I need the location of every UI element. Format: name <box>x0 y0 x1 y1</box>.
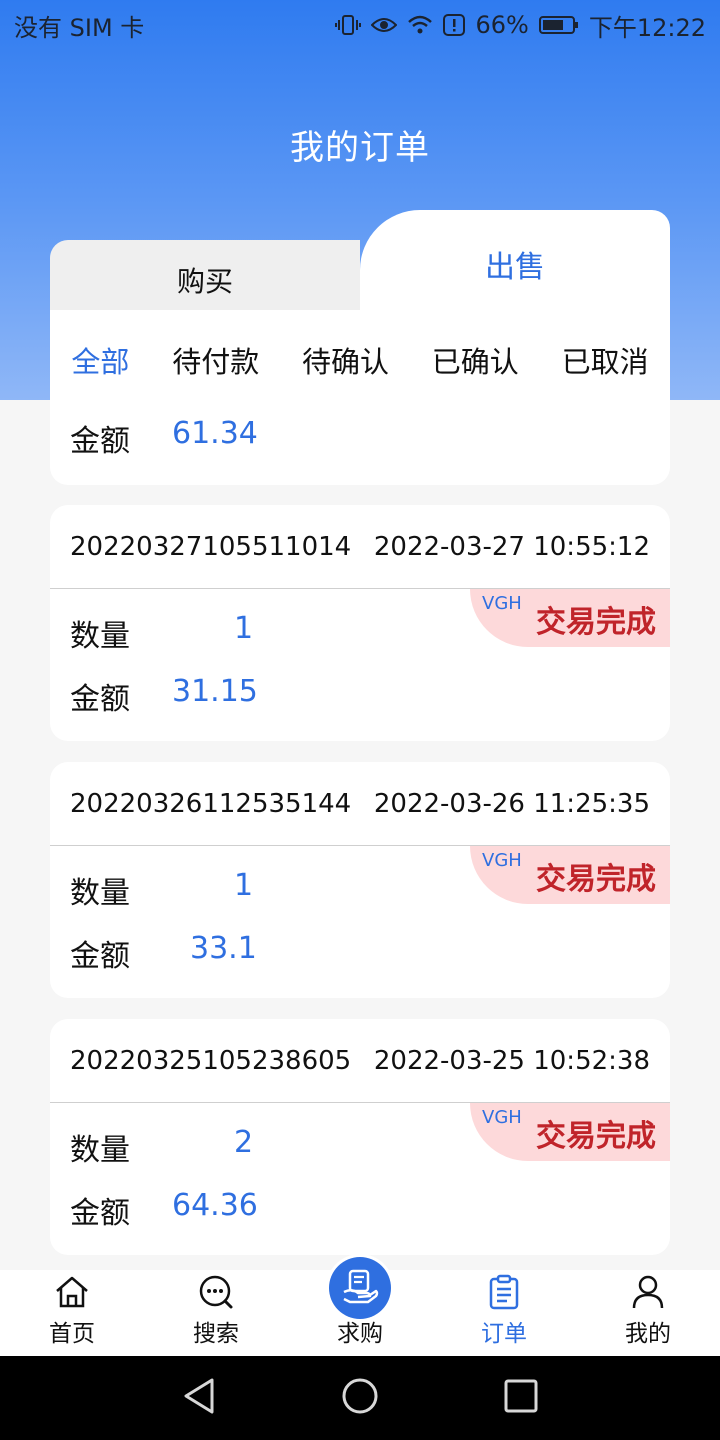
filter-cancelled[interactable]: 已取消 <box>562 339 649 381</box>
order-header: 20220325105238605 2022-03-25 10:52:38 <box>50 1019 670 1103</box>
order-card[interactable]: 20220327105511014 2022-03-27 10:55:12 VG… <box>50 505 670 741</box>
tab-sell[interactable]: 出售 <box>360 210 670 320</box>
quantity-row: 数量 2 <box>70 1125 370 1168</box>
page-title: 我的订单 <box>290 128 430 168</box>
status-filter-bar: 全部 待付款 待确认 已确认 已取消 <box>50 310 670 410</box>
filter-all[interactable]: 全部 <box>71 339 129 381</box>
status-badge: VGH 交易完成 <box>470 589 670 647</box>
amount-row: 金额 64.36 <box>70 1188 370 1231</box>
recents-icon[interactable] <box>504 1379 538 1417</box>
purchase-button[interactable] <box>326 1254 394 1322</box>
quantity-label: 数量 <box>70 619 130 654</box>
coin-label: VGH <box>482 1107 522 1128</box>
home-circle-icon[interactable] <box>341 1377 379 1419</box>
alert-icon <box>443 14 466 36</box>
nav-label: 订单 <box>481 1321 527 1347</box>
amount-label: 金额 <box>70 939 130 974</box>
order-status: 交易完成 <box>536 862 656 897</box>
amount-value: 64.36 <box>172 1188 258 1223</box>
system-nav-bar <box>0 1356 720 1440</box>
amount-value: 33.1 <box>190 931 257 966</box>
quantity-row: 数量 1 <box>70 611 370 654</box>
amount-value: 61.34 <box>172 416 258 451</box>
clock-text: 下午12:22 <box>588 13 706 42</box>
amount-label: 金额 <box>70 424 130 459</box>
nav-profile[interactable]: 我的 <box>576 1270 720 1356</box>
coin-label: VGH <box>482 850 522 871</box>
order-time: 2022-03-26 11:25:35 <box>373 788 650 819</box>
order-header: 20220326112535144 2022-03-26 11:25:35 <box>50 762 670 846</box>
order-time: 2022-03-25 10:52:38 <box>373 1045 650 1076</box>
quantity-value: 1 <box>234 611 254 646</box>
nav-orders[interactable]: 订单 <box>432 1270 576 1356</box>
amount-row: 金额 31.15 <box>70 674 370 717</box>
vibrate-icon <box>335 14 362 36</box>
nav-label: 搜索 <box>193 1321 239 1347</box>
tabs-body: 全部 待付款 待确认 已确认 已取消 金额 61.34 <box>50 310 670 485</box>
purchase-hand-icon <box>340 1266 380 1310</box>
nav-search[interactable]: 搜索 <box>144 1270 288 1356</box>
filter-pending-confirm[interactable]: 待确认 <box>302 339 389 381</box>
clipboard-icon <box>488 1272 520 1312</box>
order-time: 2022-03-27 10:55:12 <box>373 531 650 562</box>
battery-icon <box>538 15 579 35</box>
order-status: 交易完成 <box>536 605 656 640</box>
order-header: 20220327105511014 2022-03-27 10:55:12 <box>50 505 670 589</box>
amount-label: 金额 <box>70 682 130 717</box>
nav-label: 我的 <box>625 1321 671 1347</box>
status-badge: VGH 交易完成 <box>470 846 670 904</box>
order-id: 20220325105238605 <box>70 1045 352 1076</box>
battery-percent: 66% <box>475 11 529 39</box>
nav-home[interactable]: 首页 <box>0 1270 144 1356</box>
tab-buy[interactable]: 购买 <box>50 240 360 320</box>
quantity-row: 数量 1 <box>70 868 370 911</box>
amount-row: 金额 33.1 <box>70 931 370 974</box>
filter-pending-payment[interactable]: 待付款 <box>172 339 259 381</box>
order-id: 20220327105511014 <box>70 531 352 562</box>
order-id: 20220326112535144 <box>70 788 352 819</box>
home-icon <box>54 1272 90 1312</box>
nav-label: 首页 <box>49 1321 95 1347</box>
status-bar: 没有 SIM 卡 66% 下午12:22 <box>0 0 720 50</box>
amount-value: 31.15 <box>172 674 258 709</box>
user-icon <box>631 1272 665 1312</box>
wifi-icon <box>407 15 433 35</box>
quantity-value: 2 <box>234 1125 254 1160</box>
carrier-text: 没有 SIM 卡 <box>14 13 145 42</box>
order-card[interactable]: 20220325105238605 2022-03-25 10:52:38 VG… <box>50 1019 670 1255</box>
order-status: 交易完成 <box>536 1119 656 1154</box>
quantity-label: 数量 <box>70 876 130 911</box>
filter-confirmed[interactable]: 已确认 <box>432 339 519 381</box>
eye-icon <box>371 15 398 35</box>
coin-label: VGH <box>482 593 522 614</box>
quantity-label: 数量 <box>70 1133 130 1168</box>
status-badge: VGH 交易完成 <box>470 1103 670 1161</box>
back-icon[interactable] <box>182 1378 216 1418</box>
quantity-value: 1 <box>234 868 254 903</box>
partial-order-amount-row: 金额 61.34 <box>70 416 370 459</box>
amount-label: 金额 <box>70 1196 130 1231</box>
search-chat-icon <box>198 1272 234 1312</box>
order-card[interactable]: 20220326112535144 2022-03-26 11:25:35 VG… <box>50 762 670 998</box>
order-tabs-card: 购买 出售 全部 待付款 待确认 已确认 已取消 金额 61.34 <box>50 210 670 485</box>
